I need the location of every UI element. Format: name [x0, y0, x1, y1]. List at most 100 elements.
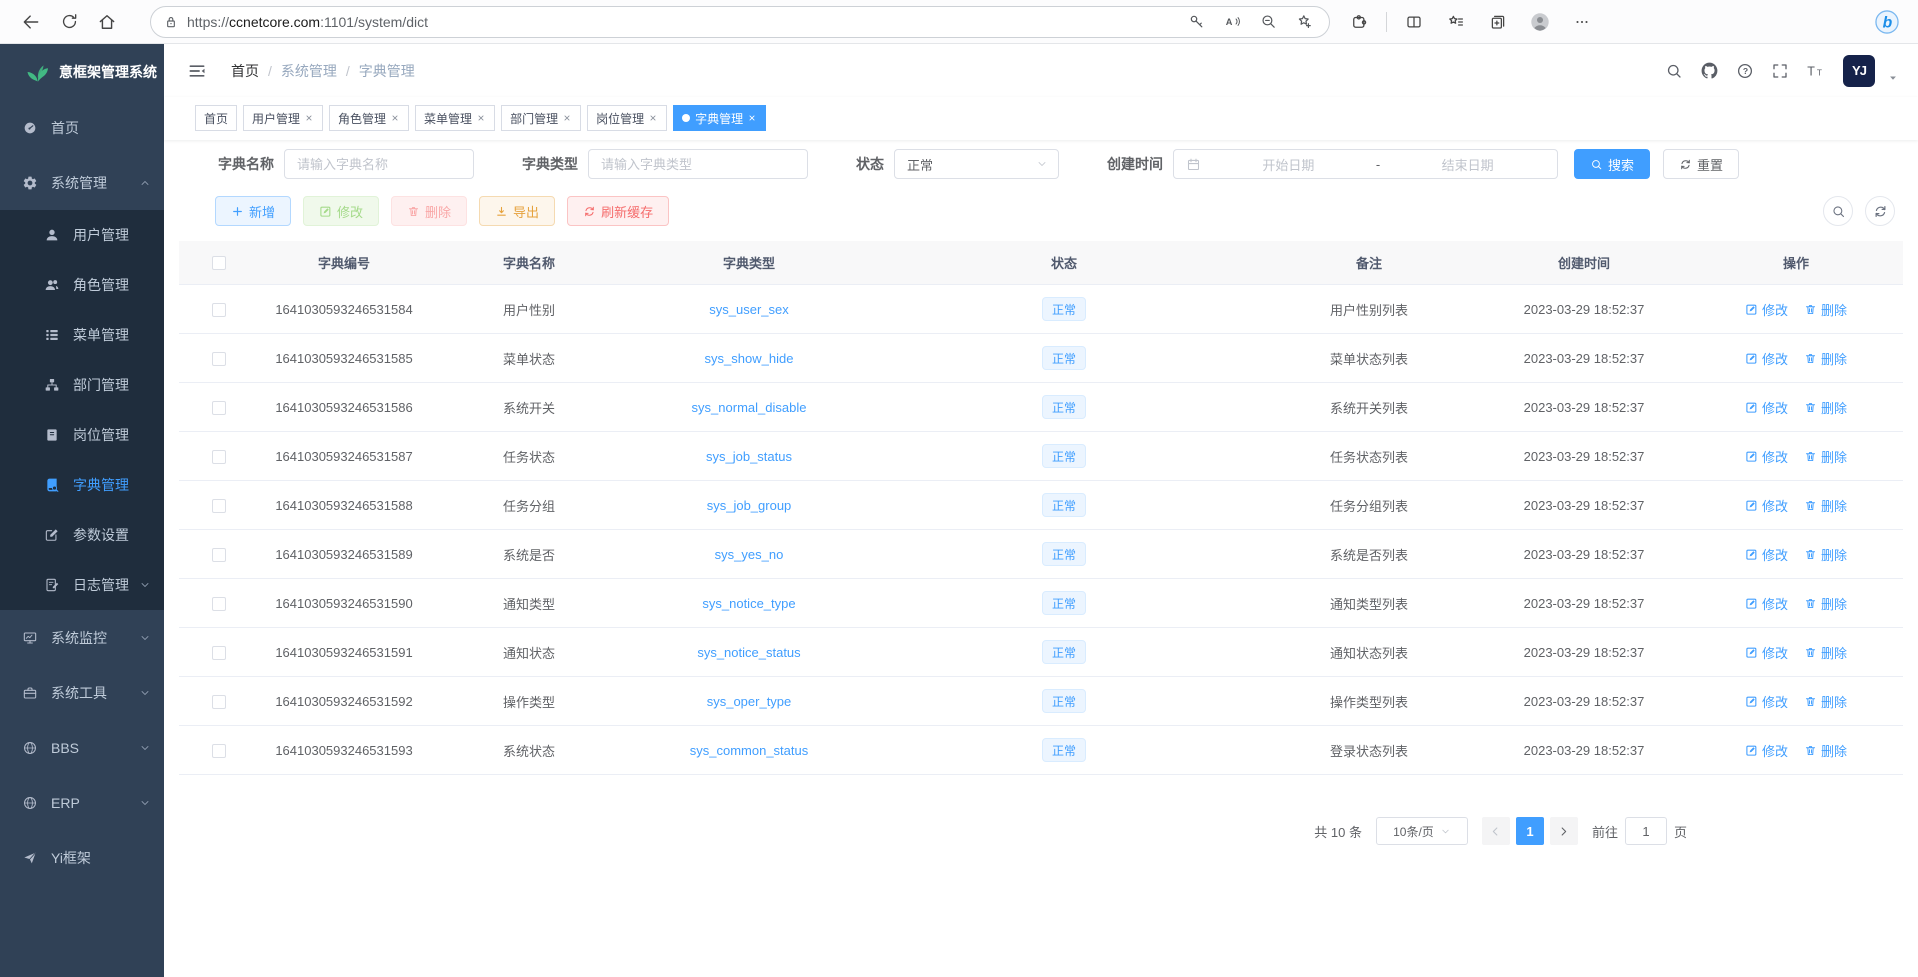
- tab-post-mgmt[interactable]: 岗位管理: [587, 105, 667, 131]
- row-checkbox[interactable]: [212, 303, 226, 317]
- sidebar-toggle-button[interactable]: [179, 61, 215, 81]
- row-edit-button[interactable]: 修改: [1745, 349, 1788, 368]
- reset-button[interactable]: 重置: [1663, 149, 1739, 179]
- date-range-picker[interactable]: 开始日期 - 结束日期: [1173, 149, 1558, 179]
- close-icon[interactable]: [476, 113, 486, 123]
- dict-type-link[interactable]: sys_job_status: [706, 449, 792, 464]
- dict-type-link[interactable]: sys_notice_type: [702, 596, 795, 611]
- dict-type-link[interactable]: sys_job_group: [707, 498, 792, 513]
- sidebar-item-bbs[interactable]: BBS: [0, 720, 164, 775]
- row-delete-button[interactable]: 删除: [1804, 594, 1847, 613]
- caret-down-icon[interactable]: [1886, 71, 1900, 85]
- sidebar-item-erp[interactable]: ERP: [0, 775, 164, 830]
- row-checkbox[interactable]: [212, 744, 226, 758]
- dict-type-link[interactable]: sys_normal_disable: [692, 400, 807, 415]
- refresh-table-button[interactable]: [1865, 196, 1895, 226]
- row-edit-button[interactable]: 修改: [1745, 741, 1788, 760]
- show-search-toggle-button[interactable]: [1823, 196, 1853, 226]
- tab-role-mgmt[interactable]: 角色管理: [329, 105, 409, 131]
- row-edit-button[interactable]: 修改: [1745, 447, 1788, 466]
- search-button[interactable]: 搜索: [1574, 149, 1650, 179]
- fullscreen-button[interactable]: [1771, 62, 1789, 80]
- dict-type-link[interactable]: sys_user_sex: [709, 302, 788, 317]
- sidebar-item-param-settings[interactable]: 参数设置: [0, 510, 164, 560]
- row-delete-button[interactable]: 删除: [1804, 447, 1847, 466]
- close-icon[interactable]: [390, 113, 400, 123]
- breadcrumb-home[interactable]: 首页: [231, 61, 259, 81]
- zoom-out-button[interactable]: [1253, 8, 1283, 36]
- sidebar-item-system-monitor[interactable]: 系统监控: [0, 610, 164, 665]
- row-edit-button[interactable]: 修改: [1745, 594, 1788, 613]
- dict-name-input[interactable]: [284, 149, 474, 179]
- github-link[interactable]: [1700, 61, 1719, 80]
- tab-menu-mgmt[interactable]: 菜单管理: [415, 105, 495, 131]
- close-icon[interactable]: [562, 113, 572, 123]
- user-avatar[interactable]: YJ: [1843, 55, 1875, 87]
- sidebar-item-system-tools[interactable]: 系统工具: [0, 665, 164, 720]
- sidebar-item-yi-framework[interactable]: Yi框架: [0, 830, 164, 885]
- sidebar-item-role-mgmt[interactable]: 角色管理: [0, 260, 164, 310]
- sidebar-item-home[interactable]: 首页: [0, 100, 164, 155]
- close-icon[interactable]: [747, 113, 757, 123]
- font-size-button[interactable]: TT: [1806, 61, 1826, 81]
- browser-back-button[interactable]: [12, 5, 50, 39]
- current-page-button[interactable]: 1: [1516, 817, 1544, 845]
- delete-button[interactable]: 删除: [391, 196, 467, 226]
- next-page-button[interactable]: [1550, 817, 1578, 845]
- close-icon[interactable]: [304, 113, 314, 123]
- row-checkbox[interactable]: [212, 499, 226, 513]
- tab-dept-mgmt[interactable]: 部门管理: [501, 105, 581, 131]
- sidebar-item-post-mgmt[interactable]: 岗位管理: [0, 410, 164, 460]
- tab-home[interactable]: 首页: [195, 105, 237, 131]
- extensions-button[interactable]: [1340, 5, 1378, 39]
- tab-dict-mgmt[interactable]: 字典管理: [673, 105, 766, 131]
- header-search-button[interactable]: [1665, 62, 1683, 80]
- dict-type-link[interactable]: sys_notice_status: [697, 645, 800, 660]
- sidebar-item-dept-mgmt[interactable]: 部门管理: [0, 360, 164, 410]
- refresh-cache-button[interactable]: 刷新缓存: [567, 196, 669, 226]
- sidebar-item-dict-mgmt[interactable]: 字典管理: [0, 460, 164, 510]
- row-delete-button[interactable]: 删除: [1804, 496, 1847, 515]
- sidebar-item-system-mgmt[interactable]: 系统管理: [0, 155, 164, 210]
- row-delete-button[interactable]: 删除: [1804, 643, 1847, 662]
- profile-button[interactable]: [1521, 5, 1559, 39]
- row-checkbox[interactable]: [212, 695, 226, 709]
- dict-type-input[interactable]: [588, 149, 808, 179]
- row-edit-button[interactable]: 修改: [1745, 545, 1788, 564]
- row-delete-button[interactable]: 删除: [1804, 692, 1847, 711]
- split-screen-button[interactable]: [1395, 5, 1433, 39]
- sidebar-item-menu-mgmt[interactable]: 菜单管理: [0, 310, 164, 360]
- page-size-select[interactable]: 10条/页: [1376, 817, 1468, 845]
- row-checkbox[interactable]: [212, 646, 226, 660]
- dict-type-link[interactable]: sys_show_hide: [705, 351, 794, 366]
- export-button[interactable]: 导出: [479, 196, 555, 226]
- prev-page-button[interactable]: [1482, 817, 1510, 845]
- collections-button[interactable]: [1479, 5, 1517, 39]
- help-button[interactable]: ?: [1736, 62, 1754, 80]
- bing-sidebar-button[interactable]: b: [1868, 5, 1906, 39]
- edit-button[interactable]: 修改: [303, 196, 379, 226]
- favorites-button[interactable]: [1437, 5, 1475, 39]
- add-button[interactable]: 新增: [215, 196, 291, 226]
- row-edit-button[interactable]: 修改: [1745, 692, 1788, 711]
- dict-type-link[interactable]: sys_common_status: [690, 743, 809, 758]
- tab-user-mgmt[interactable]: 用户管理: [243, 105, 323, 131]
- close-icon[interactable]: [648, 113, 658, 123]
- sidebar-item-log-mgmt[interactable]: 日志管理: [0, 560, 164, 610]
- dict-type-link[interactable]: sys_yes_no: [715, 547, 784, 562]
- row-checkbox[interactable]: [212, 597, 226, 611]
- dict-type-link[interactable]: sys_oper_type: [707, 694, 792, 709]
- select-all-checkbox[interactable]: [212, 256, 226, 270]
- browser-home-button[interactable]: [88, 5, 126, 39]
- read-aloud-button[interactable]: A: [1217, 8, 1247, 36]
- password-key-button[interactable]: [1181, 8, 1211, 36]
- row-edit-button[interactable]: 修改: [1745, 496, 1788, 515]
- row-edit-button[interactable]: 修改: [1745, 398, 1788, 417]
- browser-refresh-button[interactable]: [50, 5, 88, 39]
- row-delete-button[interactable]: 删除: [1804, 300, 1847, 319]
- row-checkbox[interactable]: [212, 548, 226, 562]
- app-logo-row[interactable]: 意框架管理系统: [0, 44, 164, 100]
- row-edit-button[interactable]: 修改: [1745, 300, 1788, 319]
- row-checkbox[interactable]: [212, 401, 226, 415]
- row-checkbox[interactable]: [212, 352, 226, 366]
